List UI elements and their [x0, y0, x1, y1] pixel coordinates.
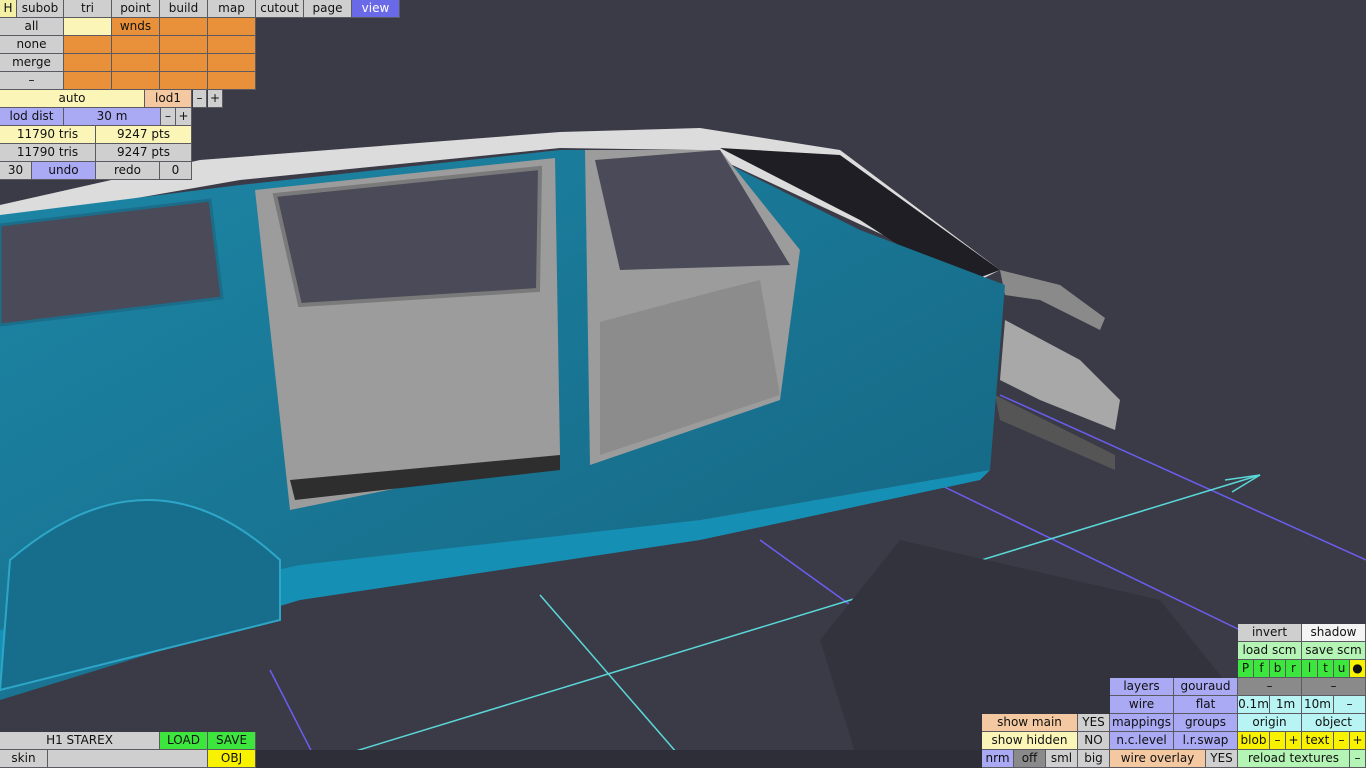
scale-minus-button[interactable]: – — [1334, 696, 1366, 714]
status-bar — [256, 750, 982, 768]
wire-overlay-button[interactable]: wire overlay — [1110, 750, 1206, 768]
text-plus-button[interactable]: + — [1350, 732, 1366, 750]
subobject-slot-15[interactable] — [160, 72, 208, 90]
lod-decrease-button[interactable]: – — [193, 90, 207, 108]
channel-t-toggle[interactable]: t — [1318, 660, 1334, 678]
view-minus-button-2[interactable]: – — [1302, 678, 1366, 696]
view-minus-button-1[interactable]: – — [1238, 678, 1302, 696]
nc-level-button[interactable]: n.c.level — [1110, 732, 1174, 750]
channel-u-toggle[interactable]: u — [1334, 660, 1350, 678]
lod-dist-decrease-button[interactable]: – — [161, 108, 176, 126]
groups-button[interactable]: groups — [1174, 714, 1238, 732]
subobject-slot-1[interactable] — [64, 18, 112, 36]
reload-textures-button[interactable]: reload textures — [1238, 750, 1350, 768]
channel-b-toggle[interactable]: b — [1270, 660, 1286, 678]
tab-page[interactable]: page — [304, 0, 352, 18]
subobject-slot-13[interactable] — [64, 72, 112, 90]
blob-minus-button[interactable]: – — [1270, 732, 1286, 750]
tris-count-2: 11790 tris — [0, 144, 96, 162]
object-button[interactable]: object — [1302, 714, 1366, 732]
pts-count-1: 9247 pts — [96, 126, 192, 144]
scale-10m-button[interactable]: 10m — [1302, 696, 1334, 714]
tab-subob[interactable]: subob — [17, 0, 64, 18]
subobject-slot-12[interactable] — [208, 54, 256, 72]
show-main-button[interactable]: show main — [982, 714, 1078, 732]
layers-button[interactable]: layers — [1110, 678, 1174, 696]
flat-button[interactable]: flat — [1174, 696, 1238, 714]
show-main-value: YES — [1078, 714, 1110, 732]
subobject-slot-7[interactable] — [160, 36, 208, 54]
scale-0-1m-button[interactable]: 0.1m — [1238, 696, 1270, 714]
scale-1m-button[interactable]: 1m — [1270, 696, 1302, 714]
show-hidden-value: NO — [1078, 732, 1110, 750]
merge-button[interactable]: merge — [0, 54, 64, 72]
undo-count: 30 — [0, 162, 32, 180]
subobject-slot-8[interactable] — [208, 36, 256, 54]
wire-overlay-value: YES — [1206, 750, 1238, 768]
tab-build[interactable]: build — [160, 0, 208, 18]
subobject-slot-3[interactable] — [160, 18, 208, 36]
tab-view[interactable]: view — [352, 0, 400, 18]
text-minus-button[interactable]: – — [1334, 732, 1350, 750]
tris-count-1: 11790 tris — [0, 126, 96, 144]
lod-auto-button[interactable]: auto — [0, 90, 145, 108]
load-scm-button[interactable]: load scm — [1238, 642, 1302, 660]
pts-count-2: 9247 pts — [96, 144, 192, 162]
blob-button[interactable]: blob — [1238, 732, 1270, 750]
subobject-slot-6[interactable] — [112, 36, 160, 54]
load-button[interactable]: LOAD — [160, 732, 208, 750]
redo-count: 0 — [160, 162, 192, 180]
origin-button[interactable]: origin — [1238, 714, 1302, 732]
subobject-slot-11[interactable] — [160, 54, 208, 72]
3d-viewport[interactable] — [0, 0, 1366, 768]
channel-l-toggle[interactable]: l — [1302, 660, 1318, 678]
text-button[interactable]: text — [1302, 732, 1334, 750]
lod-dist-label: lod dist — [0, 108, 64, 126]
select-none-button[interactable]: none — [0, 36, 64, 54]
shadow-button[interactable]: shadow — [1302, 624, 1366, 642]
subobject-wnds[interactable]: wnds — [112, 18, 160, 36]
channel-f-toggle[interactable]: f — [1254, 660, 1270, 678]
lod-dist-value[interactable]: 30 m — [64, 108, 161, 126]
size-off-button[interactable]: off — [1014, 750, 1046, 768]
undo-button[interactable]: undo — [32, 162, 96, 180]
big-size-button[interactable]: big — [1078, 750, 1110, 768]
small-size-button[interactable]: sml — [1046, 750, 1078, 768]
lod-dist-increase-button[interactable]: + — [176, 108, 192, 126]
normal-size-button[interactable]: nrm — [982, 750, 1014, 768]
tab-map[interactable]: map — [208, 0, 256, 18]
channel-r-toggle[interactable]: r — [1286, 660, 1302, 678]
channel-p-toggle[interactable]: P — [1238, 660, 1254, 678]
subobject-slot-14[interactable] — [112, 72, 160, 90]
gouraud-button[interactable]: gouraud — [1174, 678, 1238, 696]
reload-textures-minus-button[interactable]: – — [1350, 750, 1366, 768]
invert-button[interactable]: invert — [1238, 624, 1302, 642]
remove-button[interactable]: – — [0, 72, 64, 90]
tab-point[interactable]: point — [112, 0, 160, 18]
tab-tri[interactable]: tri — [64, 0, 112, 18]
lod1-button[interactable]: lod1 — [145, 90, 192, 108]
subobject-slot-10[interactable] — [112, 54, 160, 72]
save-scm-button[interactable]: save scm — [1302, 642, 1366, 660]
subobject-slot-16[interactable] — [208, 72, 256, 90]
subobject-slot-4[interactable] — [208, 18, 256, 36]
channel-dot-toggle[interactable]: ● — [1350, 660, 1366, 678]
mappings-button[interactable]: mappings — [1110, 714, 1174, 732]
blob-plus-button[interactable]: + — [1286, 732, 1302, 750]
save-button[interactable]: SAVE — [208, 732, 256, 750]
tab-cutout[interactable]: cutout — [256, 0, 304, 18]
obj-export-button[interactable]: OBJ — [208, 750, 256, 768]
subobject-slot-9[interactable] — [64, 54, 112, 72]
show-hidden-button[interactable]: show hidden — [982, 732, 1078, 750]
select-all-button[interactable]: all — [0, 18, 64, 36]
lod-increase-button[interactable]: + — [208, 90, 223, 108]
subobject-slot-5[interactable] — [64, 36, 112, 54]
skin-label: skin — [0, 750, 48, 768]
redo-button[interactable]: redo — [96, 162, 160, 180]
model-name-field[interactable]: H1 STAREX — [0, 732, 160, 750]
wire-button[interactable]: wire — [1110, 696, 1174, 714]
tab-h[interactable]: H — [0, 0, 17, 18]
lr-swap-button[interactable]: l.r.swap — [1174, 732, 1238, 750]
skin-field[interactable] — [48, 750, 208, 768]
